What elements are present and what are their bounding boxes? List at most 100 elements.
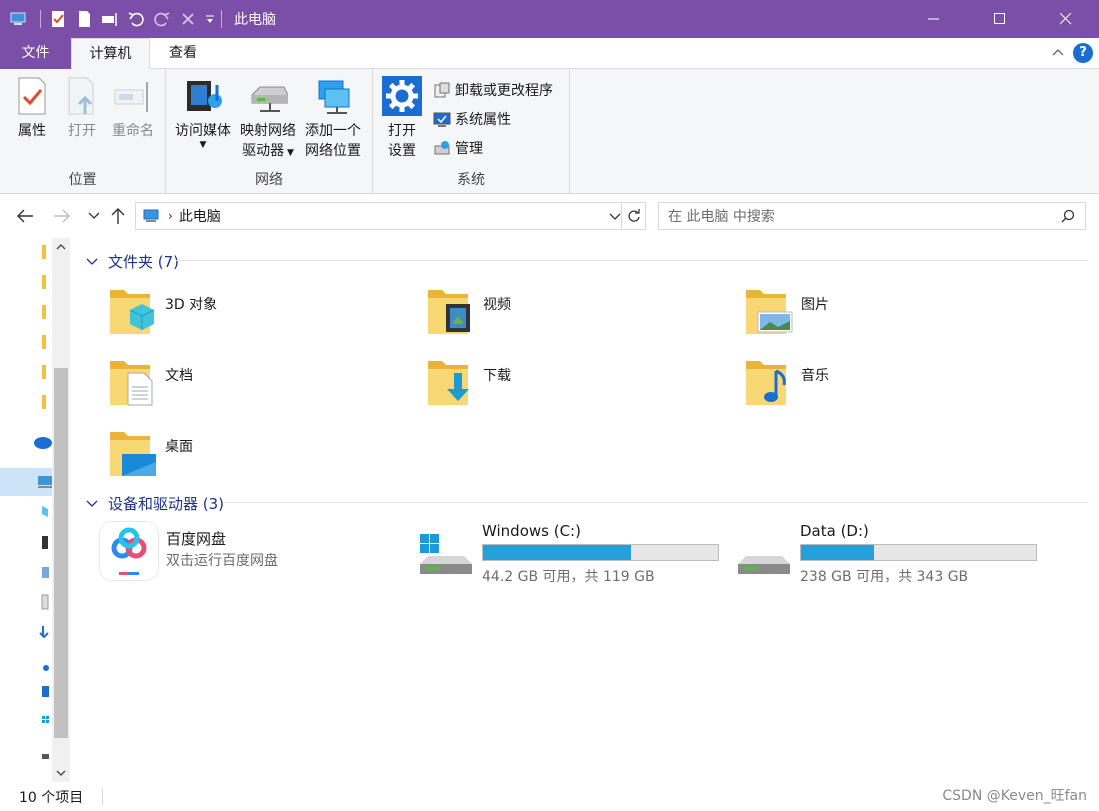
windows-drive-icon[interactable]	[30, 714, 50, 730]
open-icon	[62, 75, 102, 117]
desktop-folder-icon	[110, 432, 156, 476]
folder-item-desktop[interactable]: 桌面	[108, 424, 408, 490]
customize-toolbar-icon[interactable]	[203, 8, 217, 30]
folder-icon[interactable]	[30, 394, 50, 410]
collapse-ribbon-icon[interactable]	[1051, 46, 1065, 60]
up-button[interactable]	[108, 206, 128, 226]
open-button[interactable]: 打开	[60, 75, 104, 141]
folders-section-title: 文件夹 (7)	[108, 253, 180, 271]
map-network-drive-button[interactable]: 映射网络 驱动器 ▼	[236, 75, 300, 163]
folder-item-documents[interactable]: 文档	[108, 353, 408, 419]
maximize-button[interactable]	[967, 0, 1033, 38]
folder-item-downloads[interactable]: 下载	[426, 353, 726, 419]
address-bar[interactable]: › 此电脑	[135, 202, 646, 230]
folder-icon[interactable]	[30, 364, 50, 380]
tab-file[interactable]: 文件	[0, 38, 71, 69]
open-settings-label-2: 设置	[388, 143, 416, 159]
scroll-down-icon[interactable]	[52, 764, 70, 782]
folder-icon[interactable]	[30, 334, 50, 350]
open-settings-button[interactable]: 打开 设置	[379, 75, 425, 161]
drive-name: Windows (C:)	[482, 522, 581, 540]
downloads-icon[interactable]	[30, 624, 50, 640]
forward-button[interactable]	[52, 206, 72, 226]
minimize-icon	[928, 18, 939, 20]
minimize-button[interactable]	[901, 0, 967, 38]
drive-item-c[interactable]: Windows (C:) 44.2 GB 可用，共 119 GB	[418, 522, 728, 592]
folder-item-videos[interactable]: 视频	[426, 282, 726, 348]
app-name: 百度网盘	[166, 530, 227, 548]
app-description: 双击运行百度网盘	[166, 553, 278, 569]
add-location-label-1: 添加一个	[305, 123, 361, 139]
drive-icon[interactable]	[30, 748, 50, 764]
refresh-icon	[627, 209, 640, 222]
access-media-button[interactable]: 访问媒体 ▼	[170, 75, 236, 150]
drive-item-d[interactable]: Data (D:) 238 GB 可用，共 343 GB	[736, 522, 1046, 592]
baidu-netdisk-item[interactable]: 百度网盘 双击运行百度网盘	[100, 522, 400, 584]
open-label: 打开	[68, 123, 96, 139]
music-icon[interactable]	[30, 656, 50, 672]
this-pc-icon	[143, 209, 159, 222]
search-input[interactable]: 在 此电脑 中搜索	[658, 202, 1086, 230]
scroll-up-icon[interactable]	[52, 238, 70, 256]
network-location-icon	[313, 75, 353, 117]
close-button[interactable]	[1033, 0, 1099, 38]
window-title: 此电脑	[234, 12, 276, 28]
uninstall-label: 卸载或更改程序	[455, 83, 553, 99]
redo-icon[interactable]	[151, 8, 173, 30]
properties-icon[interactable]	[47, 8, 69, 30]
drive-usage-fill	[801, 545, 874, 560]
3d-objects-icon[interactable]	[30, 504, 50, 520]
folder-item-pictures[interactable]: 图片	[744, 282, 1044, 348]
section-divider	[224, 502, 1089, 503]
add-network-location-button[interactable]: 添加一个 网络位置	[300, 75, 366, 161]
this-pc-icon[interactable]	[30, 474, 52, 490]
system-properties-label: 系统属性	[455, 112, 511, 128]
search-icon	[1061, 209, 1075, 223]
undo-icon[interactable]	[125, 8, 147, 30]
folder-item-music[interactable]: 音乐	[744, 353, 1044, 419]
folders-section-header[interactable]: 文件夹 (7)	[86, 251, 179, 272]
new-document-icon[interactable]	[73, 8, 95, 30]
videos-icon[interactable]	[30, 534, 50, 550]
folder-icon[interactable]	[30, 274, 50, 290]
address-dropdown-icon[interactable]	[609, 209, 621, 225]
manage-button[interactable]: 管理	[433, 136, 483, 160]
computer-icon[interactable]	[8, 8, 30, 30]
devices-section-header[interactable]: 设备和驱动器 (3)	[86, 493, 224, 514]
delete-icon[interactable]	[177, 8, 199, 30]
tab-computer[interactable]: 计算机	[71, 38, 150, 70]
back-button[interactable]	[15, 206, 35, 226]
folder-item-3d-objects[interactable]: 3D 对象	[108, 282, 408, 348]
watermark: CSDN @Keven_旺fan	[942, 788, 1087, 804]
rename-button[interactable]: 重命名	[106, 75, 160, 141]
forward-arrow-icon	[54, 209, 70, 223]
folder-icon[interactable]	[30, 304, 50, 320]
drive-free-space: 44.2 GB 可用，共 119 GB	[482, 569, 655, 585]
network-group-label: 网络	[255, 172, 283, 188]
system-properties-button[interactable]: 系统属性	[433, 107, 511, 131]
close-icon	[1060, 13, 1072, 25]
properties-button[interactable]: 属性	[10, 75, 54, 141]
navigation-bar: › 此电脑 在 此电脑 中搜索	[0, 194, 1099, 238]
location-group-label: 位置	[68, 172, 97, 188]
rename-icon[interactable]	[99, 8, 121, 30]
recent-locations-button[interactable]	[84, 206, 104, 226]
uninstall-programs-button[interactable]: 卸载或更改程序	[433, 78, 553, 102]
help-icon[interactable]: ?	[1073, 43, 1093, 63]
scrollbar-thumb[interactable]	[54, 368, 68, 738]
pictures-icon[interactable]	[30, 564, 50, 580]
vertical-scrollbar[interactable]	[52, 238, 70, 782]
system-group: 打开 设置 卸载或更改程序 系统属性 管理 系统	[373, 69, 570, 193]
pictures-folder-icon	[746, 290, 793, 334]
back-arrow-icon	[17, 209, 33, 223]
add-location-label-2: 网络位置	[305, 143, 361, 159]
refresh-button[interactable]	[621, 203, 645, 229]
tab-view[interactable]: 查看	[150, 38, 216, 69]
window-controls	[901, 0, 1099, 38]
desktop-icon[interactable]	[30, 684, 50, 700]
documents-icon[interactable]	[30, 594, 50, 610]
folder-icon[interactable]	[30, 244, 50, 260]
baidu-netdisk-icon	[100, 522, 158, 580]
onedrive-icon[interactable]	[30, 434, 52, 450]
breadcrumb-this-pc[interactable]: 此电脑	[179, 206, 221, 226]
